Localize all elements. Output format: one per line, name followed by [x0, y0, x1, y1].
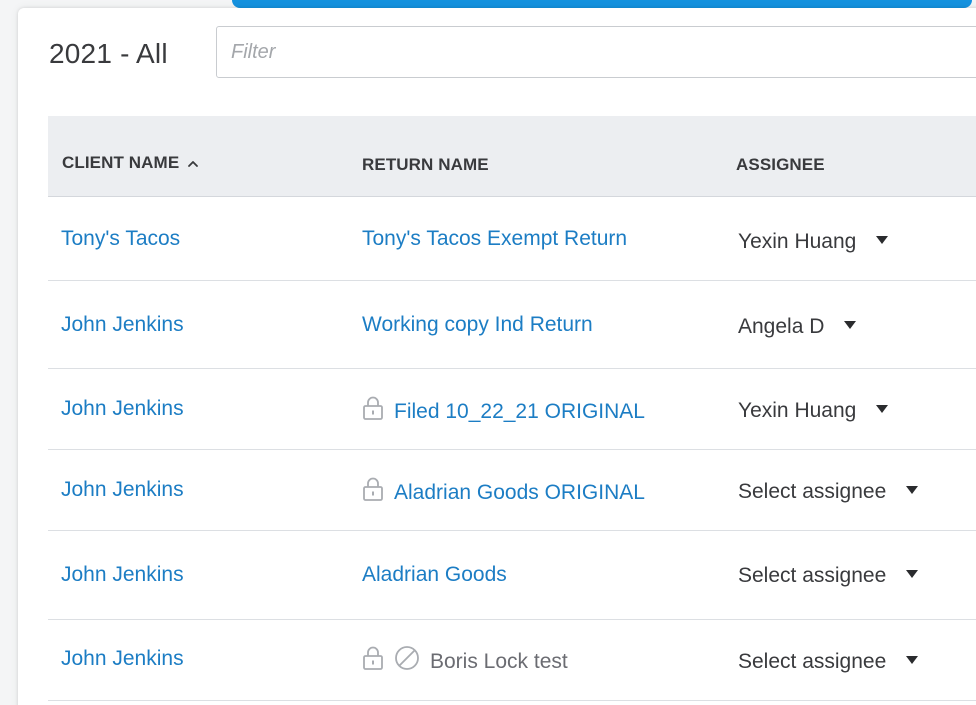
caret-down-icon: [906, 486, 919, 494]
client-name-link[interactable]: John Jenkins: [61, 563, 184, 587]
table-row: John Jenkins Working copy Ind Return Ang…: [48, 281, 976, 369]
app-window: 2021 - All CLIENT NAME RETURN NAME ASSIG…: [0, 0, 976, 705]
lock-icon: [362, 476, 384, 502]
column-header-client-name[interactable]: CLIENT NAME: [62, 153, 199, 173]
assignee-value: Yexin Huang: [738, 230, 857, 253]
assignee-dropdown[interactable]: Select assignee: [738, 480, 919, 504]
assignee-dropdown[interactable]: Select assignee: [738, 564, 919, 588]
return-name-label: Boris Lock test: [430, 650, 568, 673]
client-name-link[interactable]: John Jenkins: [61, 397, 184, 421]
column-header-label: CLIENT NAME: [62, 153, 180, 172]
table-header: CLIENT NAME RETURN NAME ASSIGNEE: [48, 116, 976, 197]
table-row: John Jenkins Filed 10_22_21 ORIGINAL Yex…: [48, 369, 976, 450]
client-name-link[interactable]: John Jenkins: [61, 478, 184, 502]
caret-down-icon: [876, 405, 889, 413]
assignee-dropdown[interactable]: Yexin Huang: [738, 230, 889, 254]
return-name-link[interactable]: Aladrian Goods: [362, 563, 507, 587]
table-row: Tony's Tacos Tony's Tacos Exempt Return …: [48, 197, 976, 281]
client-name-link[interactable]: John Jenkins: [61, 313, 184, 337]
lock-icon: [362, 645, 384, 671]
assignee-value: Angela D: [738, 315, 825, 338]
assignee-dropdown[interactable]: Select assignee: [738, 650, 919, 674]
column-header-assignee[interactable]: ASSIGNEE: [736, 155, 825, 175]
assignee-dropdown[interactable]: Angela D: [738, 315, 857, 339]
return-name-link[interactable]: Filed 10_22_21 ORIGINAL: [362, 395, 645, 424]
assignee-dropdown[interactable]: Yexin Huang: [738, 399, 889, 423]
assignee-value: Select assignee: [738, 564, 887, 587]
caret-down-icon: [906, 656, 919, 664]
return-name-label: Aladrian Goods ORIGINAL: [394, 481, 645, 504]
lock-icon: [362, 395, 384, 421]
return-name-link[interactable]: Aladrian Goods ORIGINAL: [362, 476, 645, 505]
blocked-icon: [394, 645, 420, 671]
caret-down-icon: [906, 570, 919, 578]
table-row: John Jenkins Aladrian Goods Select assig…: [48, 531, 976, 620]
return-name-link[interactable]: Tony's Tacos Exempt Return: [362, 227, 627, 251]
return-name-text: Boris Lock test: [362, 645, 568, 674]
table-row: John Jenkins Aladrian Goods ORIGINAL Sel…: [48, 450, 976, 531]
return-name-link[interactable]: Working copy Ind Return: [362, 313, 593, 337]
assignee-value: Select assignee: [738, 480, 887, 503]
caret-down-icon: [876, 236, 889, 244]
page-title: 2021 - All: [49, 38, 168, 69]
assignee-value: Yexin Huang: [738, 399, 857, 422]
assignee-value: Select assignee: [738, 650, 887, 673]
column-header-return-name[interactable]: RETURN NAME: [362, 155, 489, 175]
accent-bar: [232, 0, 972, 8]
caret-down-icon: [844, 321, 857, 329]
chevron-up-icon: [187, 158, 199, 170]
return-name-label: Filed 10_22_21 ORIGINAL: [394, 400, 645, 423]
filter-input[interactable]: [216, 26, 976, 78]
client-name-link[interactable]: John Jenkins: [61, 647, 184, 671]
client-name-link[interactable]: Tony's Tacos: [61, 227, 180, 251]
table-row: John Jenkins Boris Lock test Select assi…: [48, 620, 976, 701]
returns-panel: 2021 - All CLIENT NAME RETURN NAME ASSIG…: [18, 8, 976, 705]
